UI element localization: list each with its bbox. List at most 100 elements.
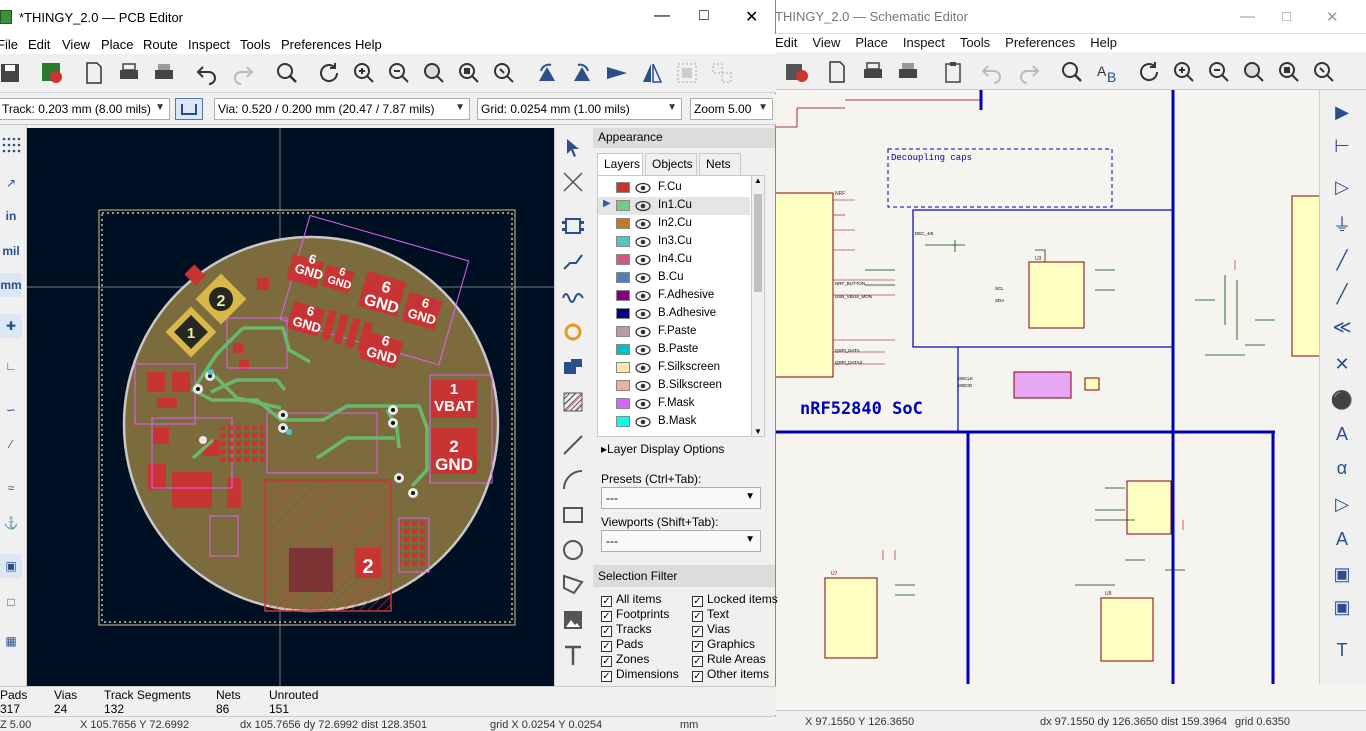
add-text-icon[interactable]: T: [1330, 638, 1354, 662]
text-icon[interactable]: A: [1330, 527, 1354, 551]
menu-place[interactable]: Place: [855, 35, 888, 50]
print-icon[interactable]: [861, 60, 885, 84]
checkmark-icon[interactable]: ✓: [601, 641, 612, 652]
redo-icon[interactable]: [1017, 60, 1041, 84]
select-icon[interactable]: ▶: [1330, 100, 1354, 124]
filter-checkbox[interactable]: ✓ Other items: [692, 667, 769, 682]
layer-color-swatch[interactable]: [616, 344, 630, 355]
layer-list-scrollbar[interactable]: ▲ ▼: [751, 175, 765, 437]
highlight-net-icon[interactable]: ⊢: [1330, 134, 1354, 158]
minimize-button[interactable]: —: [1240, 8, 1255, 25]
layer-display-options-toggle[interactable]: ▸Layer Display Options: [601, 442, 724, 456]
tab-objects[interactable]: Objects: [645, 153, 697, 175]
menu-view[interactable]: View: [812, 35, 840, 50]
layer-row[interactable]: B.Mask: [598, 413, 750, 431]
add-symbol-icon[interactable]: ▷: [1330, 175, 1354, 199]
menu-tools[interactable]: Tools: [240, 37, 270, 52]
menu-help[interactable]: Help: [355, 37, 382, 52]
scroll-up-icon[interactable]: ▲: [754, 176, 762, 185]
add-polygon-icon[interactable]: [561, 572, 585, 596]
add-rule-area-icon[interactable]: [561, 390, 585, 414]
add-circle-icon[interactable]: [561, 538, 585, 562]
layer-row[interactable]: B.Silkscreen: [598, 377, 750, 395]
menu-help[interactable]: Help: [1090, 35, 1117, 50]
layer-row[interactable]: B.Adhesive: [598, 305, 750, 323]
unit-inch-button[interactable]: in: [0, 204, 22, 228]
sheet-icon[interactable]: ▣: [1330, 562, 1354, 586]
add-power-icon[interactable]: ⏚: [1330, 212, 1354, 236]
zoom-out-icon[interactable]: [1207, 60, 1231, 84]
layer-row[interactable]: In4.Cu: [598, 251, 750, 269]
zoom-fit-icon[interactable]: [1242, 60, 1266, 84]
save-icon[interactable]: [0, 61, 22, 85]
page-settings-icon[interactable]: [82, 61, 106, 85]
plot-icon[interactable]: [152, 61, 176, 85]
add-arc-icon[interactable]: [561, 468, 585, 492]
filter-checkbox[interactable]: ✓ Vias: [692, 622, 730, 637]
checkmark-icon[interactable]: ✓: [601, 656, 612, 667]
no-connect-icon[interactable]: ✕: [1330, 352, 1354, 376]
filter-checkbox[interactable]: ✓ Tracks: [601, 622, 652, 637]
find-replace-icon[interactable]: AB: [1095, 60, 1119, 84]
layer-color-swatch[interactable]: [616, 272, 630, 283]
close-button[interactable]: ✕: [745, 7, 758, 27]
menu-edit[interactable]: Edit: [775, 35, 797, 50]
close-button[interactable]: ✕: [1326, 8, 1339, 26]
layer-row[interactable]: ▶ In1.Cu: [598, 197, 750, 215]
maximize-button[interactable]: □: [1282, 8, 1291, 25]
redo-icon[interactable]: [231, 61, 255, 85]
pad-outline-icon[interactable]: ∕: [0, 432, 22, 456]
checkmark-icon[interactable]: ✓: [692, 671, 703, 682]
add-zone-icon[interactable]: [561, 356, 585, 380]
eye-icon[interactable]: [635, 289, 651, 303]
rotate-cw-icon[interactable]: [570, 61, 594, 85]
local-ratsnest-icon[interactable]: [561, 170, 585, 194]
import-sheet-pin-icon[interactable]: ▣: [1330, 595, 1354, 619]
cursor-icon[interactable]: ✚: [0, 314, 22, 338]
grid-toggle-icon[interactable]: [0, 134, 22, 158]
scroll-down-icon[interactable]: ▼: [754, 427, 762, 436]
zone-fill-icon[interactable]: ▣: [0, 554, 22, 578]
filter-checkbox[interactable]: ✓ Text: [692, 607, 729, 622]
menu-inspect[interactable]: Inspect: [903, 35, 945, 50]
eye-icon[interactable]: [635, 379, 651, 393]
bus-entry-icon[interactable]: ≪: [1330, 315, 1354, 339]
zoom-out-icon[interactable]: [387, 61, 411, 85]
menu-inspect[interactable]: Inspect: [188, 37, 230, 52]
find-icon[interactable]: [275, 61, 299, 85]
add-rectangle-icon[interactable]: [561, 503, 585, 527]
eye-icon[interactable]: [635, 361, 651, 375]
ungroup-icon[interactable]: [710, 61, 734, 85]
layer-row[interactable]: F.Cu: [598, 179, 750, 197]
select-icon[interactable]: [561, 136, 585, 160]
eye-icon[interactable]: [635, 235, 651, 249]
unit-mm-button[interactable]: mm: [0, 273, 22, 297]
mirror-icon[interactable]: [640, 61, 664, 85]
print-icon[interactable]: [117, 61, 141, 85]
symbol-settings-icon[interactable]: [784, 60, 808, 84]
add-image-icon[interactable]: [561, 608, 585, 632]
layer-color-swatch[interactable]: [616, 200, 630, 211]
filter-checkbox[interactable]: ✓ Pads: [601, 637, 643, 652]
checkmark-icon[interactable]: ✓: [692, 641, 703, 652]
layer-row[interactable]: In3.Cu: [598, 233, 750, 251]
layer-color-swatch[interactable]: [616, 362, 630, 373]
add-via-icon[interactable]: [561, 320, 585, 344]
viewports-dropdown[interactable]: --- ▼: [601, 530, 761, 552]
paste-icon[interactable]: [941, 60, 965, 84]
plot-icon[interactable]: [896, 60, 920, 84]
eye-icon[interactable]: [635, 253, 651, 267]
refresh-icon[interactable]: [317, 61, 341, 85]
eye-icon[interactable]: [635, 325, 651, 339]
checkmark-icon[interactable]: ✓: [692, 611, 703, 622]
add-line-icon[interactable]: [561, 433, 585, 457]
grid-combo[interactable]: Grid: 0.0254 mm (1.00 mils) ▼: [477, 98, 682, 120]
checkmark-icon[interactable]: ✓: [601, 671, 612, 682]
menu-file[interactable]: File: [0, 37, 18, 52]
eye-icon[interactable]: [635, 217, 651, 231]
page-icon[interactable]: [825, 60, 849, 84]
zoom-in-icon[interactable]: [1172, 60, 1196, 84]
ratsnest-curved-icon[interactable]: ∽: [0, 398, 22, 422]
eye-icon[interactable]: [635, 181, 651, 195]
ratsnest-icon[interactable]: ∟: [0, 354, 22, 378]
